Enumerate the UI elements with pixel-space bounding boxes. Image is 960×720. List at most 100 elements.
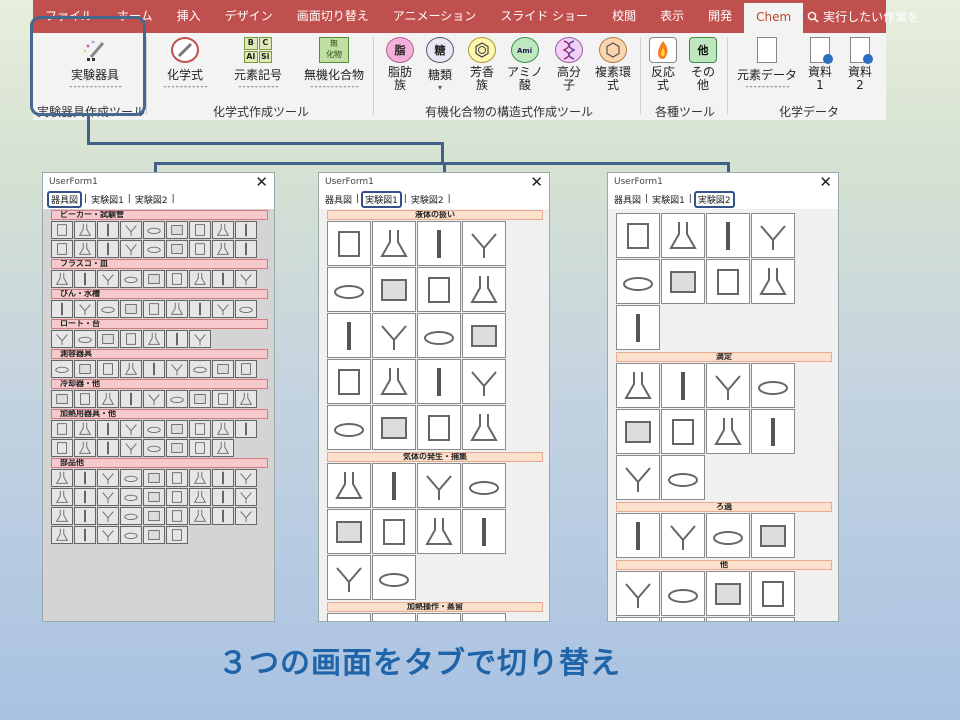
apparatus-button[interactable] — [120, 439, 142, 457]
apparatus-button[interactable] — [143, 270, 165, 288]
apparatus-button[interactable] — [120, 488, 142, 506]
apparatus-button[interactable] — [751, 571, 795, 616]
apparatus-button[interactable] — [97, 390, 119, 408]
apparatus-button[interactable] — [189, 420, 211, 438]
tab-slideshow[interactable]: スライド ショー — [488, 0, 600, 33]
apparatus-button[interactable] — [372, 463, 416, 508]
apparatus-button[interactable] — [372, 313, 416, 358]
apparatus-button[interactable] — [51, 420, 73, 438]
apparatus-button[interactable] — [661, 513, 705, 558]
apparatus-button[interactable] — [189, 469, 211, 487]
tell-me-search[interactable]: 実行したい作業を — [807, 8, 919, 25]
apparatus-button[interactable] — [97, 300, 119, 318]
tab-experiment2[interactable]: 実験図2 — [133, 193, 170, 206]
apparatus-button[interactable] — [212, 221, 234, 239]
apparatus-button[interactable] — [751, 259, 795, 304]
apparatus-button[interactable] — [166, 526, 188, 544]
apparatus-button[interactable] — [143, 469, 165, 487]
apparatus-button[interactable] — [51, 526, 73, 544]
apparatus-button[interactable] — [189, 330, 211, 348]
apparatus-button[interactable] — [120, 390, 142, 408]
apparatus-button[interactable] — [166, 360, 188, 378]
apparatus-button[interactable] — [166, 439, 188, 457]
tab-developer[interactable]: 開発 — [696, 0, 744, 33]
apparatus-button[interactable] — [417, 613, 461, 621]
apparatus-button[interactable] — [661, 409, 705, 454]
polymer-button[interactable]: 高分 子 — [551, 37, 587, 92]
apparatus-button[interactable] — [706, 213, 750, 258]
apparatus-button[interactable] — [51, 270, 73, 288]
tab-tools[interactable]: 器具図 — [47, 190, 83, 208]
apparatus-button[interactable] — [97, 360, 119, 378]
apparatus-button[interactable] — [462, 463, 506, 508]
apparatus-button[interactable] — [327, 509, 371, 554]
apparatus-button[interactable] — [417, 313, 461, 358]
apparatus-button[interactable] — [235, 420, 257, 438]
material1-button[interactable]: 資料 1 — [803, 37, 837, 92]
apparatus-button[interactable] — [189, 300, 211, 318]
amino-button[interactable]: Ami アミノ 酸 — [505, 37, 545, 92]
apparatus-button[interactable] — [74, 270, 96, 288]
apparatus-button[interactable] — [462, 221, 506, 266]
tab-tools[interactable]: 器具図 — [323, 193, 354, 206]
apparatus-button[interactable] — [120, 330, 142, 348]
apparatus-button[interactable] — [327, 267, 371, 312]
apparatus-button[interactable] — [166, 488, 188, 506]
apparatus-button[interactable] — [372, 267, 416, 312]
apparatus-button[interactable] — [327, 221, 371, 266]
apparatus-button[interactable] — [327, 613, 371, 621]
apparatus-button[interactable] — [661, 363, 705, 408]
apparatus-button[interactable] — [327, 359, 371, 404]
apparatus-button[interactable] — [189, 439, 211, 457]
apparatus-button[interactable] — [143, 360, 165, 378]
apparatus-button[interactable] — [212, 507, 234, 525]
aromatic-button[interactable]: 芳香 族 — [465, 37, 499, 92]
apparatus-button[interactable] — [706, 363, 750, 408]
material2-button[interactable]: 資料 2 — [843, 37, 877, 92]
fat-button[interactable]: 脂 脂肪 族 — [383, 37, 417, 92]
apparatus-button[interactable] — [120, 526, 142, 544]
apparatus-button[interactable] — [120, 240, 142, 258]
apparatus-button[interactable] — [166, 507, 188, 525]
apparatus-button[interactable] — [417, 509, 461, 554]
apparatus-button[interactable] — [751, 513, 795, 558]
apparatus-button[interactable] — [212, 439, 234, 457]
apparatus-button[interactable] — [74, 469, 96, 487]
apparatus-button[interactable] — [143, 507, 165, 525]
formula-button[interactable]: 化学式 - - - - - - - - - - - — [155, 37, 215, 92]
apparatus-button[interactable] — [235, 390, 257, 408]
close-icon[interactable]: ✕ — [255, 173, 268, 191]
apparatus-button[interactable] — [235, 270, 257, 288]
tab-review[interactable]: 校閲 — [600, 0, 648, 33]
apparatus-button[interactable] — [751, 409, 795, 454]
apparatus-button[interactable] — [616, 259, 660, 304]
heterocycle-button[interactable]: 複素環 式 — [591, 37, 635, 92]
apparatus-button[interactable] — [51, 439, 73, 457]
apparatus-button[interactable] — [189, 221, 211, 239]
apparatus-button[interactable] — [120, 221, 142, 239]
tab-chem[interactable]: Chem — [744, 3, 804, 33]
apparatus-button[interactable] — [372, 405, 416, 450]
apparatus-button[interactable] — [51, 330, 73, 348]
apparatus-button[interactable] — [189, 488, 211, 506]
apparatus-button[interactable] — [97, 330, 119, 348]
apparatus-button[interactable] — [235, 488, 257, 506]
apparatus-button[interactable] — [74, 507, 96, 525]
apparatus-button[interactable] — [212, 420, 234, 438]
apparatus-button[interactable] — [706, 409, 750, 454]
apparatus-button[interactable] — [327, 463, 371, 508]
apparatus-button[interactable] — [97, 270, 119, 288]
apparatus-button[interactable] — [661, 571, 705, 616]
apparatus-button[interactable] — [143, 300, 165, 318]
apparatus-button[interactable] — [143, 221, 165, 239]
apparatus-button[interactable] — [327, 405, 371, 450]
apparatus-button[interactable] — [143, 330, 165, 348]
apparatus-button[interactable] — [120, 507, 142, 525]
apparatus-button[interactable] — [189, 390, 211, 408]
apparatus-button[interactable] — [661, 617, 705, 621]
element-data-button[interactable]: 元素データ - - - - - - - - - - - — [735, 37, 799, 92]
apparatus-button[interactable] — [751, 363, 795, 408]
tab-experiment1[interactable]: 実験図1 — [89, 193, 126, 206]
tab-view[interactable]: 表示 — [648, 0, 696, 33]
tab-tools[interactable]: 器具図 — [612, 193, 643, 206]
